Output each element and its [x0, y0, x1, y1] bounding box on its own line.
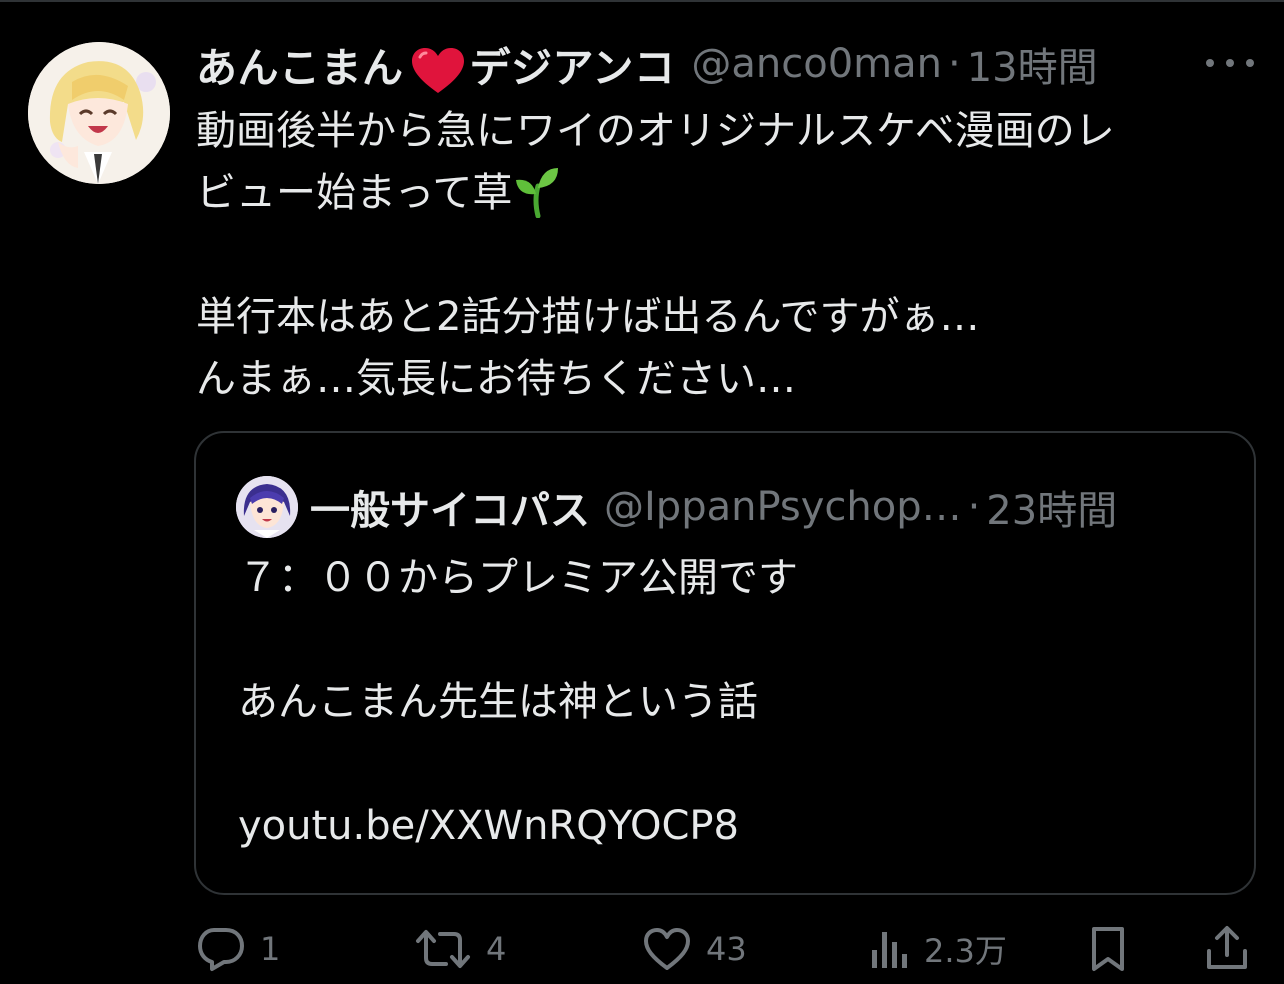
quote-author-name[interactable]: 一般サイコパス [310, 478, 590, 536]
quote-text: ７：００からプレミア公開です あんこまん先生は神という話 youtu.be/XX… [238, 547, 1238, 857]
reply-icon [198, 928, 244, 971]
tweet-text-line: んまぁ…気長にお待ちください… [196, 356, 796, 402]
tweet-timestamp[interactable]: 13時間 [967, 35, 1098, 93]
quote-author-handle[interactable]: @IppanPsychop… [604, 484, 962, 530]
view-count: 2.3万 [924, 932, 1007, 970]
author-avatar[interactable] [28, 42, 170, 184]
repost-icon [416, 930, 470, 968]
like-count: 43 [706, 930, 747, 968]
share-button[interactable] [1204, 918, 1250, 980]
like-button[interactable]: 43 [642, 918, 747, 980]
share-icon [1207, 926, 1247, 969]
quote-text-line [238, 733, 1238, 795]
tweet-text-line: 単行本はあと2話分描けば出るんですがぁ… [196, 294, 980, 340]
reply-button[interactable]: 1 [196, 918, 280, 980]
author-name-part2: デジアンコ [469, 43, 676, 92]
repost-count: 4 [486, 930, 507, 968]
action-bar: 1 4 43 2.3万 [196, 918, 1260, 980]
author-name[interactable]: あんこまん デジアンコ [196, 34, 675, 95]
quote-text-line: あんこまん先生は神という話 [238, 679, 758, 725]
more-dot [1246, 59, 1254, 67]
reply-count: 1 [260, 930, 281, 968]
quote-avatar-illustration [236, 476, 298, 538]
more-dot [1226, 59, 1234, 67]
avatar-illustration [28, 42, 170, 184]
author-handle[interactable]: @anco0man [691, 41, 942, 87]
tweet-text-line: ビュー始まって草 [196, 162, 1256, 224]
quote-text-line [238, 609, 1238, 671]
tweet-text-line: 動画後半から急にワイのオリジナルスケベ漫画のレ [196, 108, 1115, 154]
heart-emoji-icon [411, 47, 464, 93]
bookmark-button[interactable] [1088, 918, 1128, 980]
quote-text-line: ７：００からプレミア公開です [238, 555, 798, 601]
tweet-header: あんこまん デジアンコ @anco0man · 13時間 [196, 34, 1256, 95]
quote-separator-dot: · [967, 484, 981, 530]
tweet[interactable]: あんこまん デジアンコ @anco0man · 13時間 動画後半から急にワイのオ… [0, 0, 1284, 984]
tweet-text-line [196, 224, 1256, 286]
quote-header: 一般サイコパス @IppanPsychop… · 23時間 [310, 477, 1240, 537]
seedling-emoji-icon [516, 168, 559, 218]
views-button[interactable]: 2.3万 [868, 918, 1007, 980]
views-icon [872, 932, 907, 968]
quote-link[interactable]: youtu.be/XXWnRQYOCP8 [238, 795, 1238, 857]
tweet-text: 動画後半から急にワイのオリジナルスケベ漫画のレ ビュー始まって草 単行本はあと2… [196, 100, 1256, 410]
more-dot [1206, 59, 1214, 67]
separator-dot: · [947, 41, 961, 87]
bookmark-icon [1092, 927, 1124, 971]
like-icon [644, 928, 690, 970]
quote-author-avatar[interactable] [236, 476, 298, 538]
repost-button[interactable]: 4 [414, 918, 506, 980]
more-icon[interactable] [1206, 46, 1254, 80]
author-name-part1: あんこまん [196, 43, 404, 92]
quote-timestamp[interactable]: 23時間 [986, 478, 1117, 536]
tweet-text-line-content: ビュー始まって草 [196, 170, 513, 216]
quoted-tweet[interactable]: 一般サイコパス @IppanPsychop… · 23時間 ７：００からプレミア… [194, 431, 1256, 895]
